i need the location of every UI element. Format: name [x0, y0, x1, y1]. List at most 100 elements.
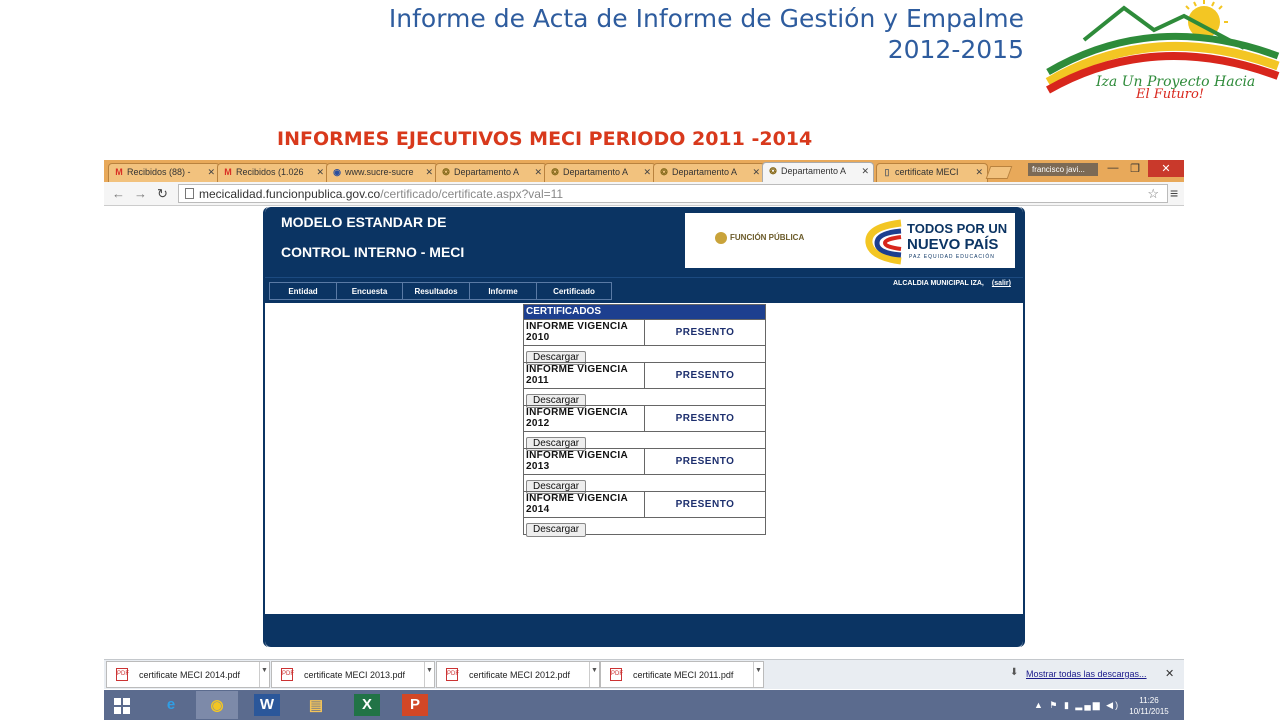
- chrome-icon[interactable]: ◉: [196, 691, 238, 719]
- close-icon[interactable]: ✕: [975, 167, 983, 178]
- windows-start-icon[interactable]: [114, 698, 130, 714]
- download-row: Descargar: [524, 517, 765, 537]
- row-status: PRESENTO: [675, 456, 735, 467]
- funcion-publica-logo: FUNCIÓN PÚBLICA: [715, 232, 804, 244]
- pdf-icon: PDF: [116, 668, 129, 681]
- chevron-down-icon[interactable]: ▼: [259, 662, 269, 687]
- download-item[interactable]: PDF certificate MECI 2012.pdf ▼: [436, 661, 600, 688]
- seal-icon: ❂: [769, 166, 777, 176]
- excel-icon[interactable]: X: [354, 694, 380, 716]
- powerpoint-icon[interactable]: P: [402, 694, 428, 716]
- internet-explorer-icon[interactable]: e: [150, 691, 192, 719]
- show-all-downloads-link[interactable]: Mostrar todas las descargas...: [1026, 669, 1147, 679]
- download-arrow-icon: ⬇: [1010, 667, 1019, 678]
- table-row: INFORME VIGENCIA 2011 PRESENTO: [524, 362, 765, 389]
- table-row: INFORME VIGENCIA 2013 PRESENTO: [524, 448, 765, 475]
- row-status: PRESENTO: [675, 327, 735, 338]
- meci-nav: Entidad Encuesta Resultados Informe Cert…: [265, 277, 1023, 303]
- globe-icon: ◉: [333, 167, 341, 177]
- entity-name: ALCALDIA MUNICIPAL IZA,: [893, 280, 984, 287]
- close-icon[interactable]: ✕: [316, 167, 324, 178]
- bookmark-star-icon[interactable]: ☆: [1147, 186, 1159, 202]
- nav-certificado[interactable]: Certificado: [536, 282, 612, 300]
- close-icon[interactable]: ✕: [1165, 667, 1174, 680]
- back-icon[interactable]: ←: [112, 186, 125, 201]
- logos-banner: FUNCIÓN PÚBLICA TODOS POR UN NUEVO PAÍS …: [685, 213, 1015, 268]
- todos-line1: TODOS POR UN: [907, 221, 1008, 236]
- tab-gmail-1[interactable]: M Recibidos (88) - ✕: [108, 163, 220, 182]
- slide-title: Informe de Acta de Informe de Gestión y …: [389, 3, 1024, 65]
- chevron-down-icon[interactable]: ▼: [753, 662, 763, 687]
- window-close-icon[interactable]: ✕: [1148, 160, 1184, 177]
- chevron-down-icon[interactable]: ▼: [424, 662, 434, 687]
- meci-title-line1: MODELO ESTANDAR DE: [281, 214, 447, 230]
- tab-label: Recibidos (88) -: [127, 167, 191, 177]
- row-label: INFORME VIGENCIA 2011: [524, 363, 645, 389]
- reload-icon[interactable]: ↻: [157, 186, 168, 202]
- word-icon[interactable]: W: [254, 694, 280, 716]
- close-icon[interactable]: ✕: [643, 167, 651, 178]
- slide: Informe de Acta de Informe de Gestión y …: [0, 0, 1280, 720]
- new-tab-button[interactable]: [985, 166, 1013, 179]
- tab-label: Departamento A: [781, 166, 847, 176]
- download-button-2014[interactable]: Descargar: [526, 523, 587, 537]
- download-item[interactable]: PDF certificate MECI 2011.pdf ▼: [600, 661, 764, 688]
- row-status: PRESENTO: [675, 413, 735, 424]
- download-item[interactable]: PDF certificate MECI 2014.pdf ▼: [106, 661, 270, 688]
- tab-label: certificate MECI: [895, 167, 959, 177]
- tab-departamento-active[interactable]: ❂ Departamento A ✕: [762, 162, 874, 183]
- download-filename: certificate MECI 2011.pdf: [633, 670, 734, 680]
- nav-encuesta[interactable]: Encuesta: [336, 282, 403, 300]
- tab-departamento-3[interactable]: ❂ Departamento A ✕: [653, 163, 765, 182]
- tab-gmail-2[interactable]: M Recibidos (1.026 ✕: [217, 163, 329, 182]
- logout-link[interactable]: (salir): [992, 280, 1011, 287]
- close-icon[interactable]: ✕: [207, 167, 215, 178]
- certificates-table: CERTIFICADOS INFORME VIGENCIA 2010 PRESEN…: [523, 304, 766, 537]
- download-filename: certificate MECI 2013.pdf: [304, 670, 406, 680]
- row-label: INFORME VIGENCIA 2012: [524, 406, 645, 432]
- tab-label: Recibidos (1.026: [236, 167, 304, 177]
- address-bar[interactable]: mecicalidad.funcionpublica.gov.co/certif…: [178, 184, 1168, 203]
- download-item[interactable]: PDF certificate MECI 2013.pdf ▼: [271, 661, 435, 688]
- todos-line3: PAZ EQUIDAD EDUCACIÓN: [909, 254, 995, 260]
- browser-screenshot: M Recibidos (88) - ✕ M Recibidos (1.026 …: [104, 160, 1184, 720]
- page-content: MODELO ESTANDAR DE CONTROL INTERNO - MEC…: [104, 207, 1184, 650]
- profile-badge[interactable]: francisco javi...: [1028, 163, 1098, 176]
- windows-taskbar: e ◉ W ▤ X P ▲ ⚑ ▮ ▂▄▆ ◀) 11:26 10/11/201…: [104, 690, 1184, 720]
- row-label: INFORME VIGENCIA 2014: [524, 492, 645, 518]
- chevron-down-icon[interactable]: ▼: [589, 662, 599, 687]
- forward-icon[interactable]: →: [134, 186, 147, 201]
- slide-title-line2: 2012-2015: [887, 35, 1024, 64]
- page-icon: [185, 188, 194, 199]
- table-row: INFORME VIGENCIA 2012 PRESENTO: [524, 405, 765, 432]
- seal-icon: ❂: [442, 167, 450, 177]
- row-label-year: 2011: [526, 375, 549, 386]
- row-label-year: 2010: [526, 332, 550, 343]
- tab-certificate[interactable]: ▯ certificate MECI ✕: [876, 163, 988, 182]
- close-icon[interactable]: ✕: [861, 166, 869, 177]
- flag-swoosh-icon: [865, 219, 902, 265]
- row-label-year: 2012: [526, 418, 550, 429]
- row-label-line1: INFORME VIGENCIA: [526, 450, 629, 461]
- pdf-icon: PDF: [610, 668, 623, 681]
- seal-icon: [715, 232, 727, 244]
- tab-sucre[interactable]: ◉ www.sucre-sucre ✕: [326, 163, 438, 182]
- download-filename: certificate MECI 2012.pdf: [469, 670, 571, 680]
- tab-departamento-2[interactable]: ❂ Departamento A ✕: [544, 163, 656, 182]
- close-icon[interactable]: ✕: [425, 167, 433, 178]
- funcion-publica-text: FUNCIÓN PÚBLICA: [730, 233, 805, 243]
- system-tray[interactable]: ▲ ⚑ ▮ ▂▄▆ ◀): [1034, 700, 1120, 711]
- taskbar-clock[interactable]: 11:26 10/11/2015: [1122, 695, 1176, 717]
- clock-time: 11:26: [1139, 696, 1159, 705]
- download-row: Descargar: [524, 431, 765, 451]
- minimize-icon[interactable]: —: [1102, 162, 1124, 174]
- menu-icon[interactable]: ≡: [1170, 185, 1178, 201]
- file-explorer-icon[interactable]: ▤: [295, 691, 337, 719]
- nav-entidad[interactable]: Entidad: [269, 282, 337, 300]
- nav-informe[interactable]: Informe: [469, 282, 537, 300]
- close-icon[interactable]: ✕: [534, 167, 542, 178]
- restore-icon[interactable]: ❐: [1124, 162, 1146, 175]
- close-icon[interactable]: ✕: [752, 167, 760, 178]
- tab-departamento-1[interactable]: ❂ Departamento A ✕: [435, 163, 547, 182]
- nav-resultados[interactable]: Resultados: [402, 282, 470, 300]
